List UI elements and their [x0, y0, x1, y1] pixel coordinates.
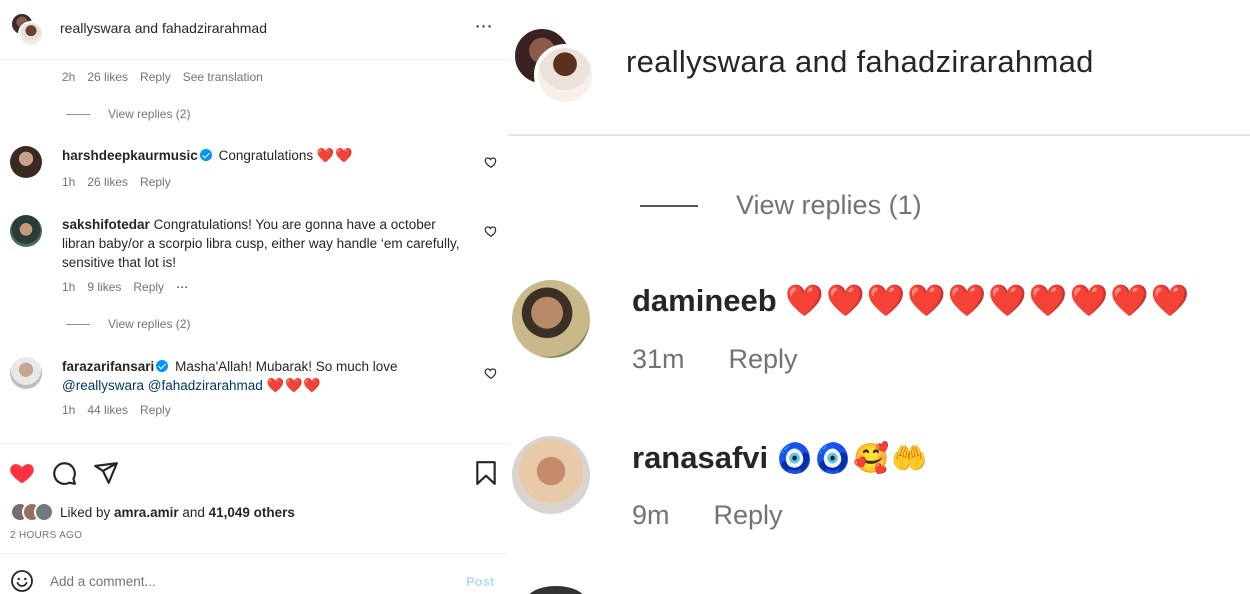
like-comment-icon[interactable] — [484, 366, 498, 380]
comment-likes[interactable]: 44 likes — [87, 403, 128, 417]
comment-meta: 2h 26 likes Reply See translation — [62, 70, 275, 84]
avatar[interactable] — [18, 21, 44, 47]
collab-avatars[interactable] — [10, 12, 44, 48]
comment-username[interactable]: ranasafvi — [632, 440, 768, 475]
comment-username[interactable]: harshdeepkaurmusic — [62, 148, 198, 163]
liked-by-row[interactable]: Liked by amra.amir and 41,049 others — [10, 502, 295, 522]
comment-body: damineeb ❤️❤️❤️❤️❤️❤️❤️❤️❤️❤️ — [632, 282, 1191, 319]
post-comments-panel: reallyswara and fahadzirarahmad ⋯ 2h 26 … — [0, 0, 508, 594]
emoji-reactions: 🧿🧿🥰🤲 — [776, 443, 930, 475]
comment-meta: 31m Reply — [632, 344, 842, 375]
avatar[interactable] — [512, 436, 590, 514]
comment-more-icon[interactable]: ⋯ — [176, 280, 189, 294]
reply-button[interactable]: Reply — [714, 500, 783, 531]
avatar — [526, 586, 586, 594]
mention-link[interactable]: @fahadzirarahmad — [148, 378, 263, 393]
post-header: reallyswara and fahadzirarahmad ⋯ — [0, 0, 508, 60]
comment-username[interactable]: farazarifansari — [62, 359, 154, 374]
post-authors[interactable]: reallyswara and fahadzirarahmad — [626, 44, 1094, 80]
comment-username[interactable]: sakshifotedar — [62, 217, 150, 232]
save-bookmark-icon[interactable] — [473, 460, 499, 486]
comment-time: 9m — [632, 500, 670, 530]
heart-emojis: ❤️❤️❤️ — [266, 377, 322, 393]
comment-meta: 9m Reply — [632, 500, 827, 531]
emoji-icon[interactable] — [10, 569, 34, 593]
liked-by-mid: and — [178, 504, 209, 520]
verified-badge-icon — [156, 360, 169, 372]
view-replies-button[interactable]: View replies (1) — [640, 190, 922, 221]
comment-icon[interactable] — [51, 460, 77, 486]
like-comment-icon[interactable] — [484, 155, 498, 169]
comment-time: 31m — [632, 344, 685, 374]
divider — [66, 323, 90, 325]
liked-by-user[interactable]: amra.amir — [114, 505, 179, 520]
reply-button[interactable]: Reply — [140, 403, 171, 417]
avatar[interactable] — [534, 44, 596, 106]
view-replies-label: View replies (2) — [108, 317, 191, 331]
verified-badge-icon — [199, 149, 212, 161]
post-authors[interactable]: reallyswara and fahadzirarahmad — [60, 20, 267, 36]
comment-meta: 1h 44 likes Reply — [62, 403, 183, 417]
liked-by-text: Liked by amra.amir and 41,049 others — [60, 505, 295, 520]
mention-link[interactable]: @reallyswara — [62, 378, 144, 393]
heart-emojis: ❤️❤️ — [316, 147, 354, 163]
comment-likes[interactable]: 9 likes — [87, 280, 121, 294]
add-comment-bar: Post — [0, 553, 508, 594]
comment-time: 1h — [62, 403, 76, 417]
collab-avatars[interactable] — [512, 26, 596, 108]
comment-meta: 1h 9 likes Reply ⋯ — [62, 280, 201, 294]
reply-button[interactable]: Reply — [133, 280, 164, 294]
reply-button[interactable]: Reply — [729, 344, 798, 375]
see-translation-link[interactable]: See translation — [183, 70, 263, 84]
comment-time: 1h — [62, 175, 76, 189]
avatar — [34, 502, 54, 522]
post-button[interactable]: Post — [466, 574, 494, 589]
avatar[interactable] — [10, 146, 42, 178]
share-icon[interactable] — [93, 460, 119, 486]
view-replies-button[interactable]: View replies (2) — [66, 317, 190, 331]
more-options-icon[interactable]: ⋯ — [470, 14, 498, 42]
avatar[interactable] — [10, 215, 42, 247]
comment-time: 2h — [62, 70, 76, 84]
zoomed-header: reallyswara and fahadzirarahmad — [508, 0, 1250, 136]
avatar[interactable] — [10, 357, 42, 389]
comment-username[interactable]: damineeb — [632, 283, 777, 318]
heart-emojis: ❤️❤️❤️❤️❤️❤️❤️❤️❤️❤️ — [785, 283, 1192, 318]
divider — [66, 113, 90, 115]
view-replies-label: View replies (1) — [736, 190, 922, 220]
avatar[interactable] — [512, 280, 590, 358]
liked-by-prefix: Liked by — [60, 504, 115, 520]
post-timestamp[interactable]: 2 HOURS AGO — [10, 530, 82, 541]
comment-text: Congratulations — [218, 148, 314, 163]
comment-body: sakshifotedar Congratulations! You are g… — [62, 215, 462, 272]
comment-body: harshdeepkaurmusic Congratulations ❤️❤️ — [62, 146, 462, 165]
post-actions: Liked by amra.amir and 41,049 others 2 H… — [0, 443, 508, 553]
comment-text: Masha'Allah! Mubarak! So much love — [175, 359, 398, 374]
comment-likes[interactable]: 26 likes — [87, 70, 128, 84]
comment-body: ranasafvi 🧿🧿🥰🤲 — [632, 440, 929, 476]
view-replies-label: View replies (2) — [108, 107, 191, 121]
view-replies-button[interactable]: View replies (2) — [66, 107, 190, 121]
divider — [640, 204, 698, 207]
zoomed-comments-panel: reallyswara and fahadzirarahmad View rep… — [508, 0, 1250, 594]
liked-heart-icon[interactable] — [9, 460, 35, 486]
comment-meta: 1h 26 likes Reply — [62, 175, 183, 189]
comment-time: 1h — [62, 280, 76, 294]
reply-button[interactable]: Reply — [140, 70, 171, 84]
comment-body: farazarifansari Masha'Allah! Mubarak! So… — [62, 357, 462, 395]
comment-likes[interactable]: 26 likes — [87, 175, 128, 189]
like-comment-icon[interactable] — [484, 224, 498, 238]
reply-button[interactable]: Reply — [140, 175, 171, 189]
likes-count[interactable]: 41,049 others — [209, 505, 295, 520]
comment-input[interactable] — [50, 570, 430, 592]
